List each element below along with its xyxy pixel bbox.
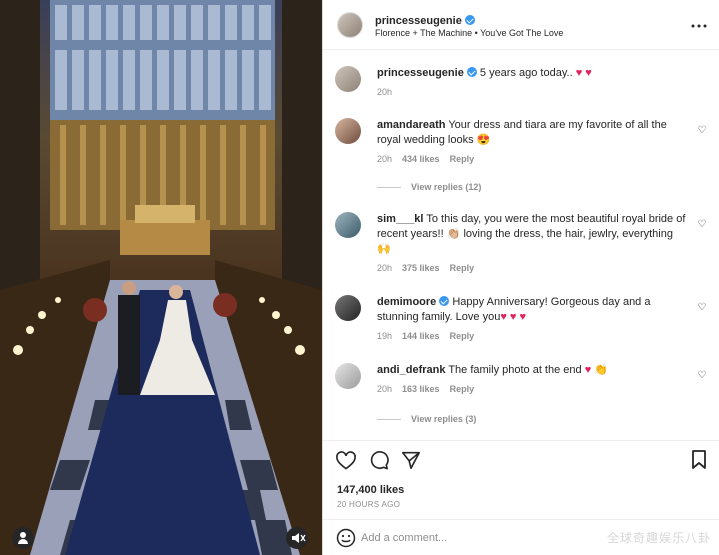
emoji-group: ♥ 👏 xyxy=(584,364,608,376)
commenter-avatar[interactable] xyxy=(335,295,361,321)
post-timestamp: 20 HOURS AGO xyxy=(337,500,401,509)
reply-button[interactable]: Reply xyxy=(450,263,475,273)
like-comment-icon[interactable]: ♡ xyxy=(697,303,707,313)
comment-likes[interactable]: 434 likes xyxy=(402,154,440,164)
like-comment-icon[interactable]: ♡ xyxy=(697,371,707,381)
profile-icon[interactable] xyxy=(12,527,34,549)
reply-button[interactable]: Reply xyxy=(450,331,475,341)
post-video[interactable] xyxy=(0,0,322,555)
commenter-username[interactable]: sim___kl xyxy=(377,213,423,225)
view-replies-button[interactable]: View replies (3) xyxy=(377,414,476,424)
action-bar xyxy=(323,440,719,470)
caption-time: 20h xyxy=(377,87,393,97)
caption-text: 5 years ago today.. xyxy=(479,67,573,79)
caption-avatar[interactable] xyxy=(335,66,361,92)
like-comment-icon[interactable]: ♡ xyxy=(697,126,707,136)
bookmark-icon[interactable] xyxy=(691,450,707,475)
post-header: princesseugenie Florence + The Machine •… xyxy=(323,0,719,50)
mute-icon[interactable] xyxy=(286,527,308,549)
comment-likes[interactable]: 144 likes xyxy=(402,331,440,341)
caption-username[interactable]: princesseugenie xyxy=(377,67,464,79)
commenter-username[interactable]: demimoore xyxy=(377,296,436,308)
comment-text: The family photo at the end xyxy=(448,364,582,376)
author-avatar[interactable] xyxy=(337,12,363,38)
heart-emoji: ♥ ♥ ♥ xyxy=(500,311,527,323)
share-icon[interactable] xyxy=(401,450,421,475)
view-replies-button[interactable]: View replies (12) xyxy=(377,182,481,192)
reply-button[interactable]: Reply xyxy=(450,384,475,394)
comment-time: 19h xyxy=(377,331,393,341)
watermark: 全球奇趣娱乐八卦 xyxy=(606,531,711,545)
like-comment-icon[interactable]: ♡ xyxy=(697,220,707,230)
commenter-avatar[interactable] xyxy=(335,212,361,238)
comment-time: 20h xyxy=(377,384,393,394)
commenter-avatar[interactable] xyxy=(335,363,361,389)
comment-icon[interactable] xyxy=(369,450,389,475)
emoji-icon[interactable] xyxy=(336,528,356,553)
commenter-avatar[interactable] xyxy=(335,118,361,144)
verified-badge-icon xyxy=(439,296,450,306)
comment-time: 20h xyxy=(377,154,393,164)
audio-track[interactable]: Florence + The Machine • You've Got The … xyxy=(375,28,563,38)
reply-button[interactable]: Reply xyxy=(450,154,475,164)
verified-badge-icon xyxy=(464,15,475,25)
like-heart-icon[interactable] xyxy=(335,450,357,475)
heart-emoji: ♥ ♥ xyxy=(575,67,592,79)
comment-text: To this day, you were the most beautiful… xyxy=(377,213,686,255)
like-count[interactable]: 147,400 likes xyxy=(337,484,404,496)
commenter-username[interactable]: amandareath xyxy=(377,119,445,131)
comment-likes[interactable]: 163 likes xyxy=(402,384,440,394)
post-details-panel: princesseugenie Florence + The Machine •… xyxy=(322,0,719,555)
commenter-username[interactable]: andi_defrank xyxy=(377,364,445,376)
verified-badge-icon xyxy=(466,67,477,77)
comment-likes[interactable]: 375 likes xyxy=(402,263,440,273)
wedding-chapel-image xyxy=(0,0,322,555)
comment-time: 20h xyxy=(377,263,393,273)
more-options-icon[interactable] xyxy=(691,16,707,28)
author-username[interactable]: princesseugenie xyxy=(375,15,462,27)
